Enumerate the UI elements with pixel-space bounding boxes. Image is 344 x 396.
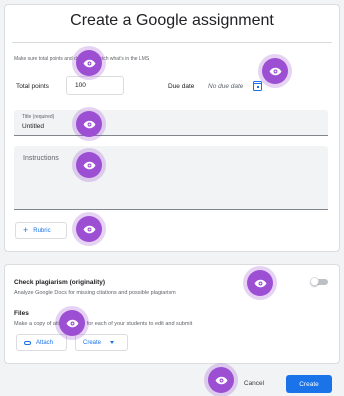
eye-icon[interactable] [247, 270, 273, 296]
plagiarism-toggle[interactable] [310, 277, 328, 286]
attach-label: Attach [36, 339, 54, 346]
plagiarism-subtitle: Analyze Google Docs for missing citation… [14, 290, 176, 296]
total-points-input[interactable]: 100 [66, 76, 124, 95]
title-field-label: Title (required) [22, 114, 55, 120]
instructions-placeholder: Instructions [23, 155, 59, 162]
title-divider [12, 42, 332, 43]
total-points-label: Total points [16, 83, 49, 90]
attach-button[interactable]: Attach [16, 334, 67, 351]
due-date-label: Due date [168, 83, 195, 90]
add-rubric-button[interactable]: + Rubric [15, 222, 67, 239]
paperclip-icon [24, 340, 31, 345]
create-dropdown-label: Create [83, 339, 102, 346]
eye-icon[interactable] [76, 50, 102, 76]
toggle-knob [310, 277, 319, 286]
title-field-value: Untitled [22, 123, 45, 130]
eye-icon[interactable] [76, 111, 102, 137]
due-date-value[interactable]: No due date [208, 83, 243, 90]
create-button[interactable]: Create [286, 375, 332, 393]
eye-icon[interactable] [208, 367, 234, 393]
title-field[interactable]: Title (required) Untitled [14, 110, 328, 136]
plus-icon: + [23, 225, 29, 235]
eye-icon[interactable] [59, 310, 85, 336]
instructions-field[interactable]: Instructions [14, 146, 328, 210]
files-subtitle: Make a copy of attached files for each o… [14, 321, 193, 327]
cancel-button[interactable]: Cancel [234, 374, 274, 392]
calendar-icon[interactable] [253, 81, 262, 91]
eye-icon[interactable] [76, 152, 102, 178]
files-title: Files [14, 310, 29, 317]
create-dropdown[interactable]: Create [75, 334, 128, 351]
plagiarism-title: Check plagiarism (originality) [14, 279, 106, 286]
rubric-label: Rubric [33, 227, 51, 234]
eye-icon[interactable] [76, 216, 102, 242]
eye-icon[interactable] [262, 58, 288, 84]
caret-down-icon [110, 341, 115, 344]
dialog-title: Create a Google assignment [70, 12, 274, 29]
